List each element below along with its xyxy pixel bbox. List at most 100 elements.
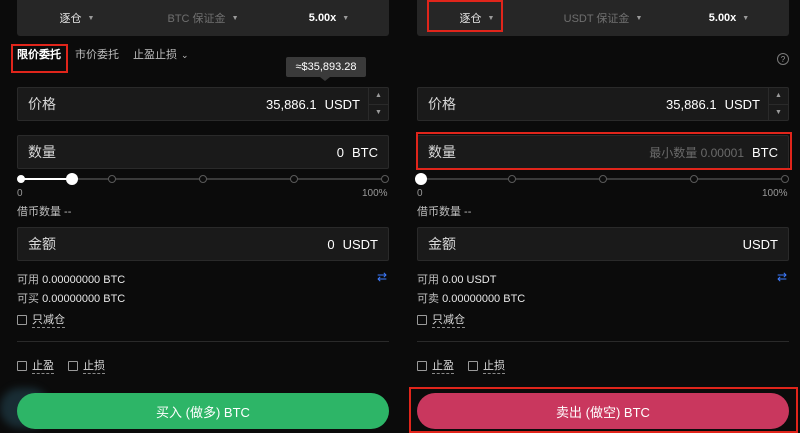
slider-step[interactable] xyxy=(199,175,207,183)
tab-market-order[interactable]: 市价委托 xyxy=(75,46,119,62)
buy-price-input[interactable]: 价格 35,886.1 USDT ▲ ▼ xyxy=(17,87,389,121)
quantity-unit: BTC xyxy=(352,144,378,160)
sell-quantity-input[interactable]: 数量 最小数量 0.00001 BTC xyxy=(417,135,789,169)
leverage-label: 5.00x xyxy=(708,12,737,24)
slider-step[interactable] xyxy=(290,175,298,183)
reduce-only-checkbox[interactable]: 只减仓 xyxy=(17,311,65,328)
checkbox-box[interactable] xyxy=(417,314,427,325)
buy-long-button[interactable]: 买入 (做多) BTC xyxy=(17,393,389,429)
checkbox-box[interactable] xyxy=(417,360,427,371)
stop-loss-label: 止损 xyxy=(483,357,505,374)
checkbox-box[interactable] xyxy=(68,360,78,371)
quantity-placeholder: 最小数量 0.00001 xyxy=(649,145,744,160)
margin-mode-label: 逐仓 xyxy=(459,13,482,25)
sell-topbar: 逐仓 ▼ USDT 保证金 ▼ 5.00x ▼ xyxy=(417,0,789,36)
margin-mode-label: 逐仓 xyxy=(59,13,82,25)
buyable-label: 可买 xyxy=(17,293,39,305)
leverage-select[interactable]: 5.00x ▼ xyxy=(269,0,389,36)
reduce-only-label: 只减仓 xyxy=(432,311,465,328)
borrow-amount: 借币数量 -- xyxy=(417,206,472,218)
amount-unit: USDT xyxy=(742,236,778,252)
slider-step[interactable] xyxy=(508,175,516,183)
caret-down-icon: ▼ xyxy=(742,14,750,22)
slider-min-label: 0 xyxy=(417,188,423,199)
sell-amount-input[interactable]: 金额 USDT xyxy=(417,227,789,261)
available-value: 0.00000000 BTC xyxy=(42,274,126,286)
price-tooltip: ≈$35,893.28 xyxy=(286,57,366,81)
buy-amount-input[interactable]: 金额 0 USDT xyxy=(17,227,389,261)
available-value: 0.00 USDT xyxy=(442,274,497,286)
help-icon[interactable]: ? xyxy=(777,53,789,65)
price-stepper[interactable]: ▲ ▼ xyxy=(768,88,788,120)
available-balance: 可用 0.00000000 BTC xyxy=(17,271,125,287)
margin-asset-select[interactable]: BTC 保证金 ▼ xyxy=(137,0,269,36)
order-type-tabs: 限价委托 市价委托 止盈止损 ⌄ xyxy=(17,46,203,62)
checkbox-box[interactable] xyxy=(468,360,478,371)
reduce-only-label: 只减仓 xyxy=(32,311,65,328)
transfer-icon[interactable]: ⇄ xyxy=(777,270,787,284)
sellable-value: 0.00000000 BTC xyxy=(442,293,526,305)
caret-down-icon: ▼ xyxy=(635,14,643,22)
sell-short-button[interactable]: 卖出 (做空) BTC xyxy=(417,393,789,429)
margin-mode-select[interactable]: 逐仓 ▼ xyxy=(17,0,137,36)
stepper-up-icon[interactable]: ▲ xyxy=(769,88,788,105)
sellable-label: 可卖 xyxy=(417,293,439,305)
take-profit-checkbox[interactable]: 止盈 xyxy=(17,357,54,374)
amount-label: 金额 xyxy=(28,236,56,252)
slider-step[interactable] xyxy=(381,175,389,183)
caret-down-icon: ▼ xyxy=(342,14,350,22)
stepper-up-icon[interactable]: ▲ xyxy=(369,88,388,105)
stepper-down-icon[interactable]: ▼ xyxy=(369,105,388,121)
slider-handle[interactable] xyxy=(65,173,78,185)
take-profit-label: 止盈 xyxy=(432,357,454,374)
take-profit-label: 止盈 xyxy=(32,357,54,374)
price-value: 35,886.1 xyxy=(666,96,717,112)
slider-step[interactable] xyxy=(108,175,116,183)
stop-loss-checkbox[interactable]: 止损 xyxy=(68,357,105,374)
tab-tp-sl-label: 止盈止损 xyxy=(133,49,177,61)
take-profit-checkbox[interactable]: 止盈 xyxy=(417,357,454,374)
buy-panel: 逐仓 ▼ BTC 保证金 ▼ 5.00x ▼ 限价委托 市价委托 止盈止损 ⌄ ≈… xyxy=(0,0,400,433)
buy-quantity-slider[interactable] xyxy=(17,169,389,189)
margin-asset-select[interactable]: USDT 保证金 ▼ xyxy=(537,0,669,36)
price-label: 价格 xyxy=(28,96,56,112)
stepper-down-icon[interactable]: ▼ xyxy=(769,105,788,121)
available-label: 可用 xyxy=(17,274,39,286)
slider-fill xyxy=(21,178,72,180)
sell-quantity-slider[interactable] xyxy=(415,169,789,189)
tab-limit-order[interactable]: 限价委托 xyxy=(17,46,61,62)
quantity-value: 0 xyxy=(336,144,344,160)
slider-min-label: 0 xyxy=(17,188,23,199)
divider xyxy=(17,341,389,342)
buyable-value: 0.00000000 BTC xyxy=(42,293,126,305)
price-unit: USDT xyxy=(324,96,360,112)
reduce-only-checkbox[interactable]: 只减仓 xyxy=(417,311,465,328)
caret-down-icon: ▼ xyxy=(87,14,95,22)
price-value: 35,886.1 xyxy=(266,96,317,112)
price-unit: USDT xyxy=(724,96,760,112)
slider-step[interactable] xyxy=(17,175,25,183)
caret-down-icon: ▼ xyxy=(231,14,239,22)
buy-quantity-input[interactable]: 数量 0 BTC xyxy=(17,135,389,169)
checkbox-box[interactable] xyxy=(17,314,27,325)
sellable-amount: 可卖 0.00000000 BTC xyxy=(417,290,525,306)
slider-handle[interactable] xyxy=(415,173,427,185)
slider-step[interactable] xyxy=(781,175,789,183)
margin-asset-label: USDT 保证金 xyxy=(563,13,630,25)
margin-mode-select[interactable]: 逐仓 ▼ xyxy=(417,0,537,36)
slider-step[interactable] xyxy=(599,175,607,183)
tab-tp-sl[interactable]: 止盈止损 ⌄ xyxy=(133,46,189,62)
sell-price-input[interactable]: 价格 35,886.1 USDT ▲ ▼ xyxy=(417,87,789,121)
stop-loss-checkbox[interactable]: 止损 xyxy=(468,357,505,374)
leverage-select[interactable]: 5.00x ▼ xyxy=(669,0,789,36)
price-label: 价格 xyxy=(428,96,456,112)
slider-max-label: 100% xyxy=(362,188,388,199)
transfer-icon[interactable]: ⇄ xyxy=(377,270,387,284)
slider-step[interactable] xyxy=(690,175,698,183)
leverage-label: 5.00x xyxy=(308,12,337,24)
available-label: 可用 xyxy=(417,274,439,286)
buy-topbar: 逐仓 ▼ BTC 保证金 ▼ 5.00x ▼ xyxy=(17,0,389,36)
checkbox-box[interactable] xyxy=(17,360,27,371)
price-stepper[interactable]: ▲ ▼ xyxy=(368,88,388,120)
amount-unit: USDT xyxy=(342,236,378,252)
